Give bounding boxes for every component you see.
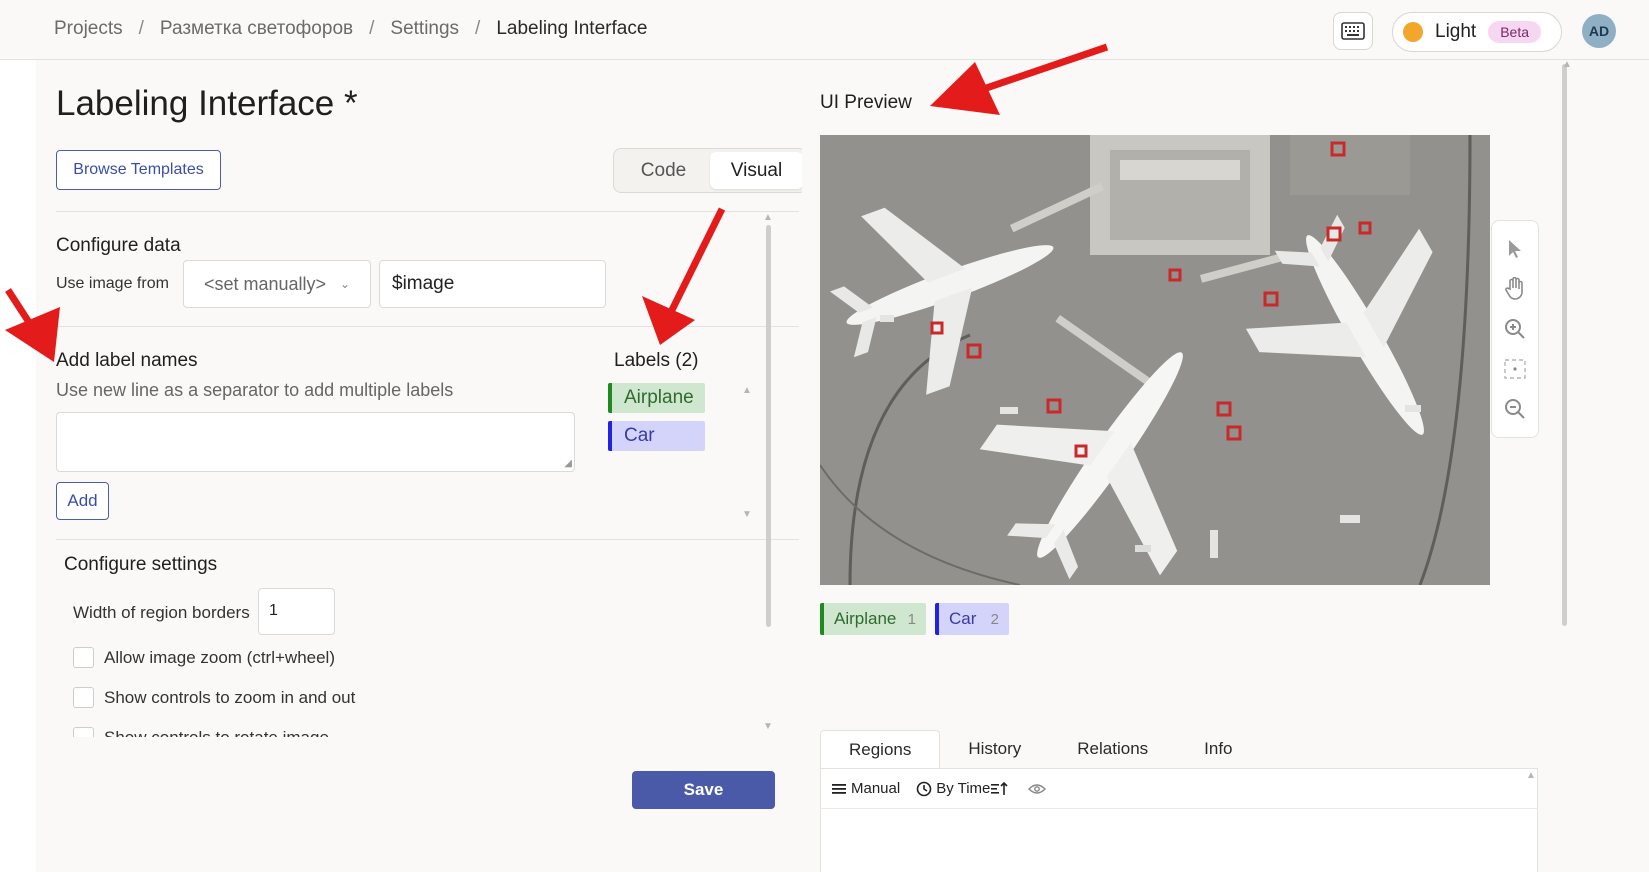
breadcrumb-separator: / bbox=[138, 18, 144, 39]
rotate-controls-option-clip: Show controls to rotate image bbox=[73, 727, 373, 737]
label-names-textarea[interactable]: ◢ bbox=[56, 412, 575, 472]
sort-by-time-button[interactable]: By Time bbox=[916, 780, 1012, 797]
manual-order-button[interactable]: Manual bbox=[831, 780, 900, 797]
checkbox[interactable] bbox=[73, 687, 94, 708]
regions-list bbox=[820, 809, 1538, 872]
sun-icon bbox=[1403, 22, 1423, 42]
breadcrumb-projects[interactable]: Projects bbox=[54, 18, 123, 40]
sort-direction-icon bbox=[991, 781, 1008, 795]
labels-scroll-up-icon[interactable]: ▲ bbox=[742, 385, 752, 396]
divider bbox=[56, 539, 799, 540]
checkbox[interactable] bbox=[73, 647, 94, 668]
zoom-wheel-option[interactable]: Allow image zoom (ctrl+wheel) bbox=[73, 647, 335, 668]
clock-icon bbox=[916, 781, 932, 796]
settings-scroll-up-icon[interactable]: ▲ bbox=[763, 212, 773, 223]
image-variable-value: $image bbox=[392, 273, 455, 294]
checkbox[interactable] bbox=[73, 727, 94, 737]
theme-toggle[interactable]: Light Beta bbox=[1392, 12, 1562, 52]
preview-panel: UI Preview Airplane 1 Car 2 Regions Hist… bbox=[802, 59, 1649, 872]
page-title: Labeling Interface * bbox=[56, 84, 358, 123]
region-border-width-input[interactable]: 1 bbox=[258, 588, 335, 635]
checkbox-label: Show controls to rotate image bbox=[104, 727, 329, 738]
ui-preview-title: UI Preview bbox=[820, 92, 912, 113]
beta-badge: Beta bbox=[1488, 21, 1542, 43]
settings-scrollbar[interactable] bbox=[766, 225, 771, 627]
regions-toolbar: Manual By Time bbox=[820, 769, 1538, 809]
configure-data-title: Configure data bbox=[56, 235, 181, 256]
preview-scrollbar[interactable] bbox=[1562, 64, 1567, 626]
zoom-controls-option[interactable]: Show controls to zoom in and out bbox=[73, 687, 355, 708]
keyboard-icon bbox=[1341, 22, 1365, 40]
tab-code[interactable]: Code bbox=[617, 152, 710, 189]
image-tools bbox=[1491, 220, 1539, 438]
tab-relations[interactable]: Relations bbox=[1049, 730, 1176, 768]
configure-settings-title: Configure settings bbox=[64, 554, 218, 575]
eye-icon bbox=[1028, 783, 1047, 794]
mode-switch: Code Visual bbox=[613, 148, 807, 193]
resize-grip-icon[interactable]: ◢ bbox=[564, 458, 572, 469]
config-panel: Labeling Interface * Browse Templates Co… bbox=[36, 60, 836, 872]
browse-templates-button[interactable]: Browse Templates bbox=[56, 150, 221, 190]
tab-info[interactable]: Info bbox=[1176, 730, 1260, 768]
labels-scroll-down-icon[interactable]: ▼ bbox=[742, 509, 752, 520]
keyboard-shortcuts-button[interactable] bbox=[1333, 12, 1373, 50]
zoom-in-icon[interactable] bbox=[1502, 316, 1528, 342]
breadcrumb: Projects / Разметка светофоров / Setting… bbox=[54, 18, 647, 40]
chevron-down-icon: ⌄ bbox=[339, 277, 350, 291]
preview-label-hotkey: 1 bbox=[907, 610, 916, 628]
image-source-select[interactable]: <set manually> ⌄ bbox=[183, 260, 371, 308]
avatar[interactable]: AD bbox=[1582, 14, 1616, 48]
regions-scroll-up-icon[interactable]: ▲ bbox=[1526, 770, 1536, 781]
image-source-select-value: <set manually> bbox=[204, 273, 327, 294]
zoom-out-icon[interactable] bbox=[1502, 396, 1528, 422]
preview-label-hotkey: 2 bbox=[990, 610, 999, 628]
region-border-width-label: Width of region borders bbox=[73, 603, 250, 622]
hand-pan-icon[interactable] bbox=[1502, 276, 1528, 302]
preview-label-airplane[interactable]: Airplane 1 bbox=[820, 603, 926, 635]
sidebar-tabs: Regions History Relations Info bbox=[820, 730, 1538, 769]
add-label-names-title: Add label names bbox=[56, 350, 198, 371]
preview-scroll-up-icon[interactable]: ▲ bbox=[1562, 59, 1572, 70]
fit-screen-icon[interactable] bbox=[1502, 356, 1528, 382]
add-labels-button[interactable]: Add bbox=[56, 482, 109, 520]
tab-visual[interactable]: Visual bbox=[710, 152, 803, 189]
labels-count-title: Labels (2) bbox=[614, 350, 699, 371]
tab-history[interactable]: History bbox=[940, 730, 1049, 768]
list-icon bbox=[832, 783, 846, 794]
by-time-label: By Time bbox=[936, 780, 991, 797]
preview-label-car[interactable]: Car 2 bbox=[935, 603, 1009, 635]
checkbox-label: Show controls to zoom in and out bbox=[104, 687, 356, 707]
theme-label: Light bbox=[1435, 21, 1477, 42]
preview-image[interactable] bbox=[820, 135, 1490, 585]
tab-regions[interactable]: Regions bbox=[820, 730, 941, 768]
manual-label: Manual bbox=[851, 780, 901, 797]
breadcrumb-separator: / bbox=[475, 18, 481, 39]
airport-aerial-image bbox=[820, 135, 1490, 585]
breadcrumb-settings[interactable]: Settings bbox=[390, 18, 459, 40]
save-button[interactable]: Save bbox=[632, 771, 775, 809]
rotate-controls-option[interactable]: Show controls to rotate image bbox=[73, 727, 329, 737]
checkbox-label: Allow image zoom (ctrl+wheel) bbox=[104, 647, 335, 667]
breadcrumb-separator: / bbox=[369, 18, 375, 39]
label-chip-airplane[interactable]: Airplane bbox=[608, 383, 705, 413]
settings-scroll-down-icon[interactable]: ▼ bbox=[763, 721, 773, 732]
divider bbox=[56, 211, 799, 212]
top-bar: Projects / Разметка светофоров / Setting… bbox=[0, 0, 1649, 60]
preview-label-name: Car bbox=[949, 609, 977, 628]
label-chip-car[interactable]: Car bbox=[608, 421, 705, 451]
preview-label-name: Airplane bbox=[834, 609, 897, 628]
use-image-from-label: Use image from bbox=[56, 275, 169, 292]
breadcrumb-project-name[interactable]: Разметка светофоров bbox=[160, 18, 353, 40]
divider bbox=[56, 326, 799, 327]
pointer-icon[interactable] bbox=[1502, 236, 1528, 262]
visibility-toggle[interactable] bbox=[1028, 783, 1050, 795]
image-variable-input[interactable]: $image bbox=[379, 260, 606, 308]
add-labels-hint: Use new line as a separator to add multi… bbox=[56, 380, 454, 400]
breadcrumb-current: Labeling Interface bbox=[496, 18, 648, 39]
